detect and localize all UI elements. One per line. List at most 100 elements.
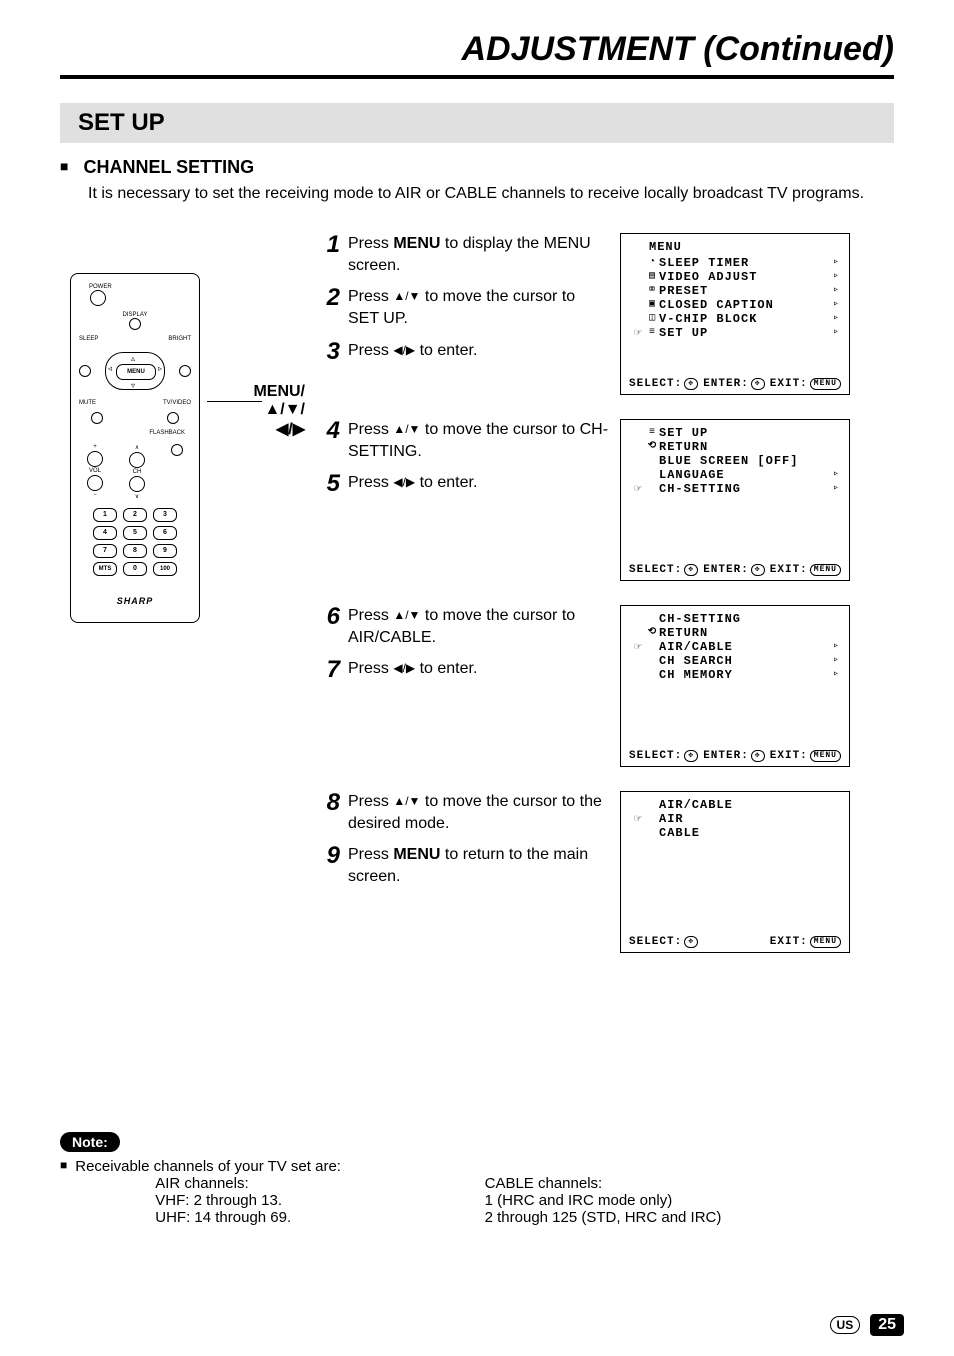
remote-flashback-button [171,444,183,456]
note-air-vhf: VHF: 2 through 13. [155,1192,484,1209]
osd-menu-item: BLUE SCREEN [OFF] [631,454,839,468]
osd-footer-exit: EXIT:MENU [770,378,841,390]
osd-item-icon: ▣ [645,298,659,312]
osd-arrow-icon: ▹ [829,326,839,340]
osd-item-label: SET UP [659,426,829,440]
remote-vol-rocker: +VOL− [87,444,103,500]
osd-item-label: VIDEO ADJUST [659,270,829,284]
step-number: 6 [310,605,348,648]
osd-footer-exit: EXIT:MENU [770,750,841,762]
osd-item-label: SET UP [659,326,829,340]
remote-sleep-button [79,365,91,377]
instruction-step: 6Press ▲/▼ to move the cursor to AIR/CAB… [310,605,610,648]
osd-footer: SELECT:✥ENTER:✥EXIT:MENU [629,378,841,390]
osd-item-label: RETURN [659,626,829,640]
region-badge: US [830,1316,861,1334]
osd-footer: SELECT:✥ EXIT:MENU [629,936,841,948]
square-bullet-icon: ■ [60,1158,67,1226]
page-title: ADJUSTMENT (Continued) [60,30,894,79]
step-text: Press MENU to return to the main screen. [348,844,610,887]
note-lead: Receivable channels of your TV set are: [75,1158,484,1175]
osd-item-label: CABLE [659,826,829,840]
osd-footer-select: SELECT:✥ [629,936,698,948]
page-number: 25 [870,1314,904,1336]
osd-arrow-icon: ▹ [829,482,839,496]
osd-footer-enter: ENTER:✥ [703,750,764,762]
instruction-step: 4Press ▲/▼ to move the cursor to CH-SETT… [310,419,610,462]
osd-cursor-icon: ☞ [631,326,645,340]
dpad-up-icon: ▵ [131,354,135,363]
osd-footer-exit: EXIT:MENU [770,564,841,576]
remote-tvvideo-button [167,412,179,424]
osd-item-icon: ◫ [645,312,659,326]
osd-item-icon: ≡ [645,426,659,440]
osd-item-icon: ⌧ [645,284,659,298]
osd-footer-select: SELECT:✥ [629,564,698,576]
osd-arrow-icon: ▹ [829,640,839,654]
remote-key-9: 9 [153,544,177,558]
osd-item-icon: ▤ [645,270,659,284]
dpad-left-icon: ◃ [108,364,112,373]
callout-menu: MENU/ [215,383,305,401]
remote-key-4: 4 [93,526,117,540]
osd-footer-select: SELECT:✥ [629,378,698,390]
remote-mute-button [91,412,103,424]
osd-cursor-icon: ☞ [631,640,645,654]
remote-bright-button [179,365,191,377]
osd-menu-item: CABLE [631,826,839,840]
osd-footer: SELECT:✥ENTER:✥EXIT:MENU [629,750,841,762]
osd-menu-item: ⟲RETURN [631,626,839,640]
osd-menu-item: ☞≡SET UP▹ [631,326,839,340]
osd-cursor-icon: ☞ [631,482,645,496]
note-air-uhf: UHF: 14 through 69. [155,1209,484,1226]
remote-key-3: 3 [153,508,177,522]
step-number: 8 [310,791,348,834]
osd-arrow-icon: ▹ [829,256,839,270]
step-text: Press MENU to display the MENU screen. [348,233,610,276]
step-number: 7 [310,658,348,682]
osd-arrow-icon: ▹ [829,270,839,284]
instruction-step: 1Press MENU to display the MENU screen. [310,233,610,276]
instruction-step: 3Press ◀/▶ to enter. [310,340,610,364]
osd-arrow-icon: ▹ [829,284,839,298]
osd-menu-item: CH SEARCH▹ [631,654,839,668]
note-pill: Note: [60,1132,120,1152]
osd-screen: ≡SET UP⟲RETURNBLUE SCREEN [OFF]LANGUAGE▹… [620,419,850,581]
osd-item-label: LANGUAGE [659,468,829,482]
remote-numpad: 123 456 789 MTS0100 [79,508,191,576]
instruction-step: 7Press ◀/▶ to enter. [310,658,610,682]
osd-item-label: CH-SETTING [659,482,829,496]
remote-menu-button: MENU [116,364,156,380]
instruction-step: 9Press MENU to return to the main screen… [310,844,610,887]
osd-screen: CH-SETTING⟲RETURN☞AIR/CABLE▹CH SEARCH▹CH… [620,605,850,767]
remote-key-7: 7 [93,544,117,558]
osd-menu-item: ⌧PRESET▹ [631,284,839,298]
osd-arrow-icon: ▹ [829,312,839,326]
osd-menu-item: ▤VIDEO ADJUST▹ [631,270,839,284]
channel-setting-heading: ■ CHANNEL SETTING [60,157,894,178]
step-text: Press ◀/▶ to enter. [348,340,610,364]
osd-menu-item: ☞AIR [631,812,839,826]
osd-cursor-icon: ☞ [631,812,645,826]
dpad-right-icon: ▹ [158,364,162,373]
remote-display-button [129,318,141,330]
step-text: Press ◀/▶ to enter. [348,658,610,682]
remote-brand-label: SHARP [79,596,191,606]
osd-item-label: AIR/CABLE [659,640,829,654]
remote-label-sleep: SLEEP [79,336,135,342]
note-cable-l1: 1 (HRC and IRC mode only) [485,1192,894,1209]
square-bullet-icon: ■ [60,158,68,174]
osd-footer-exit: EXIT:MENU [770,936,841,948]
note-cable-l2: 2 through 125 (STD, HRC and IRC) [485,1209,894,1226]
remote-key-0: 0 [123,562,147,576]
remote-label-bright: BRIGHT [135,336,191,342]
step-text: Press ◀/▶ to enter. [348,472,610,496]
osd-menu-item: ▣CLOSED CAPTION▹ [631,298,839,312]
remote-key-6: 6 [153,526,177,540]
step-number: 9 [310,844,348,887]
osd-menu-item: ◫V-CHIP BLOCK▹ [631,312,839,326]
channel-setting-label: CHANNEL SETTING [83,157,254,177]
osd-arrow-icon: ▹ [829,668,839,682]
osd-item-label: V-CHIP BLOCK [659,312,829,326]
osd-item-label: PRESET [659,284,829,298]
